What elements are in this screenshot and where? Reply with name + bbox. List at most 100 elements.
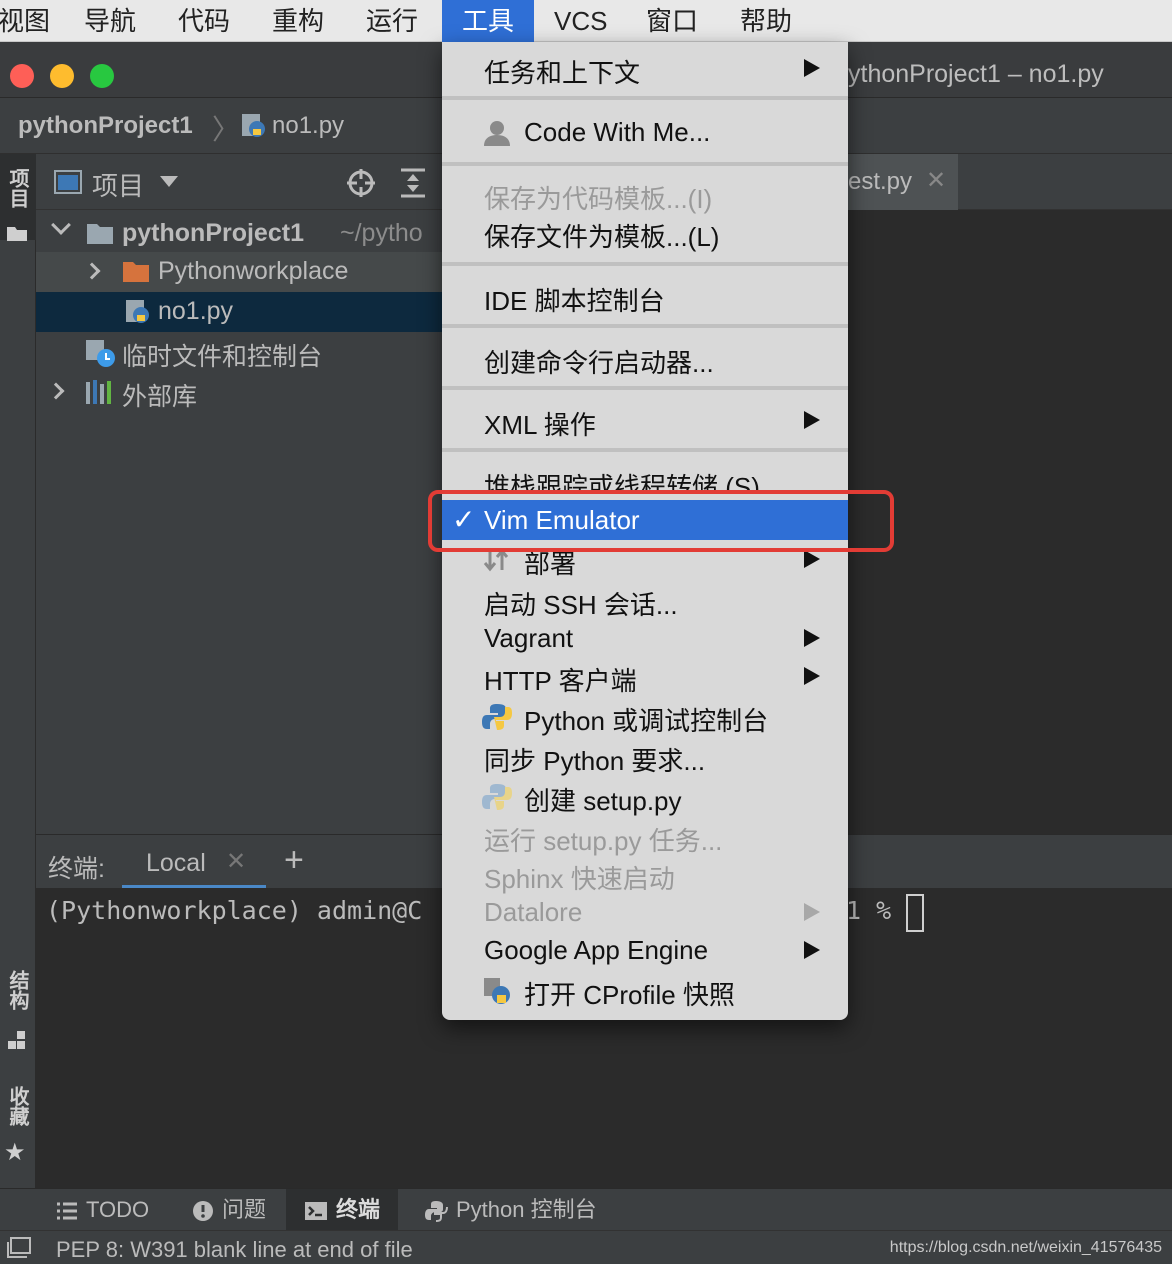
menu-navigate[interactable]: 导航 [84, 0, 136, 42]
chevron-down-icon[interactable] [160, 176, 178, 187]
tools-dropdown-menu: 任务和上下文 Code With Me... 保存为代码模板...(I) 保存文… [442, 42, 848, 1020]
menu-item-create-setup-py[interactable]: 创建 setup.py [442, 776, 848, 816]
breadcrumb-file[interactable]: no1.py [272, 112, 344, 140]
bottom-tool-bar: TODO 问题 终端 Python 控制台 [0, 1188, 1172, 1231]
menu-item-sync-python-requirements[interactable]: 同步 Python 要求... [442, 736, 848, 776]
python-icon [425, 1201, 448, 1223]
chevron-right-icon[interactable] [83, 262, 101, 280]
menu-separator [442, 386, 848, 390]
python-console-tool-button[interactable]: Python 控制台 [424, 1189, 597, 1231]
folder-icon [7, 227, 27, 241]
tree-item-pythonworkplace[interactable]: Pythonworkplace [36, 252, 442, 292]
menu-item-sphinx-quickstart: Sphinx 快速启动 [442, 854, 848, 894]
menu-item-label: Code With Me... [524, 117, 711, 147]
submenu-arrow-icon [804, 550, 820, 568]
collapse-all-icon[interactable] [400, 168, 426, 198]
terminal-tool-button[interactable]: 终端 [286, 1189, 398, 1231]
menu-refactor[interactable]: 重构 [272, 0, 324, 42]
menu-separator [442, 262, 848, 266]
star-icon: ★ [4, 1139, 26, 1166]
menu-item-label: Sphinx 快速启动 [484, 864, 675, 894]
add-terminal-icon[interactable]: + [284, 841, 304, 880]
close-window-button[interactable] [10, 64, 34, 88]
menu-window[interactable]: 窗口 [646, 0, 698, 42]
project-view-selector[interactable]: 项目 [92, 166, 144, 203]
menu-item-create-command-line-launcher[interactable]: 创建命令行启动器... [442, 338, 848, 378]
menu-item-ide-scripting-console[interactable]: IDE 脚本控制台 [442, 276, 848, 316]
tree-item-label: Pythonworkplace [158, 257, 349, 285]
status-message: PEP 8: W391 blank line at end of file [56, 1237, 413, 1262]
menu-vcs[interactable]: VCS [554, 0, 607, 42]
project-panel-header: 项目 [36, 154, 442, 210]
breadcrumb-separator-icon: 〉 [212, 114, 241, 145]
tree-item-external-libraries[interactable]: 外部库 [36, 372, 442, 412]
tree-item-project-root[interactable]: pythonProject1 ~/pytho [36, 214, 442, 254]
watermark-url: https://blog.csdn.net/weixin_41576435 [889, 1239, 1162, 1256]
tree-item-no1-py[interactable]: no1.py [36, 292, 442, 332]
menu-tools[interactable]: 工具 [442, 0, 535, 42]
tree-item-scratches[interactable]: 临时文件和控制台 [36, 332, 442, 372]
window-title: ythonProject1 – no1.py [848, 60, 1104, 88]
menu-view[interactable]: 视图 [0, 0, 50, 42]
chevron-right-icon[interactable] [47, 382, 65, 400]
menu-item-tasks-contexts[interactable]: 任务和上下文 [442, 48, 848, 88]
menu-separator [442, 96, 848, 100]
todo-tool-button[interactable]: TODO [56, 1189, 149, 1231]
menu-help[interactable]: 帮助 [740, 0, 792, 42]
menu-item-open-cprofile-snapshot[interactable]: 打开 CProfile 快照 [442, 970, 848, 1010]
menu-item-vim-emulator[interactable]: ✓ Vim Emulator [442, 500, 848, 540]
structure-icon [8, 1031, 25, 1049]
menu-item-datalore: Datalore [442, 892, 848, 932]
library-icon [86, 380, 111, 404]
terminal-tab-local[interactable]: Local ✕ [122, 835, 266, 889]
toggle-tool-windows-icon[interactable] [6, 1237, 32, 1259]
menu-item-google-app-engine[interactable]: Google App Engine [442, 930, 848, 970]
zoom-window-button[interactable] [90, 64, 114, 88]
python-icon [482, 784, 512, 810]
editor-tab-label[interactable]: est.py [848, 168, 912, 196]
menu-item-xml-actions[interactable]: XML 操作 [442, 400, 848, 440]
menu-item-http-client[interactable]: HTTP 客户端 [442, 656, 848, 696]
menu-item-label: 打开 CProfile 快照 [524, 980, 735, 1010]
status-bar: PEP 8: W391 blank line at end of file ht… [0, 1230, 1172, 1264]
menu-item-deployment[interactable]: 部署 [442, 546, 848, 578]
menu-item-code-with-me[interactable]: Code With Me... [442, 112, 848, 152]
terminal-cursor [906, 894, 924, 932]
menu-item-label: Vim Emulator [484, 505, 640, 535]
locate-file-icon[interactable] [346, 168, 376, 198]
chevron-down-icon[interactable] [51, 215, 71, 235]
submenu-arrow-icon [804, 411, 820, 429]
menu-item-save-file-as-template[interactable]: 保存文件为模板...(L) [442, 212, 848, 252]
structure-tool-button[interactable]: 结构 [0, 960, 36, 1056]
project-tool-button[interactable]: 项目 [0, 154, 36, 241]
favorites-tool-button[interactable]: 收藏 ★ [0, 1078, 36, 1178]
person-icon [484, 121, 510, 146]
python-file-icon [126, 300, 149, 323]
menu-item-start-ssh-session[interactable]: 启动 SSH 会话... [442, 580, 848, 620]
submenu-arrow-icon [804, 667, 820, 685]
menu-separator [442, 448, 848, 452]
problems-tool-button[interactable]: 问题 [192, 1189, 266, 1231]
menu-item-vagrant[interactable]: Vagrant [442, 618, 848, 658]
close-icon[interactable]: ✕ [926, 166, 946, 195]
minimize-window-button[interactable] [50, 64, 74, 88]
menu-item-analyze-stack-trace[interactable]: 堆栈跟踪或线程转储 (S)... [442, 462, 848, 494]
menu-run[interactable]: 运行 [366, 0, 418, 42]
todo-label: TODO [86, 1197, 150, 1222]
project-tool-label: 项目 [6, 168, 28, 208]
folder-icon [123, 262, 149, 282]
submenu-arrow-icon [804, 59, 820, 77]
terminal-icon [305, 1202, 327, 1221]
menu-item-python-debug-console[interactable]: Python 或调试控制台 [442, 696, 848, 736]
breadcrumb-project[interactable]: pythonProject1 [18, 112, 193, 140]
scratches-icon [86, 340, 115, 367]
list-icon [57, 1202, 77, 1220]
menu-item-label: IDE 脚本控制台 [484, 286, 665, 316]
menu-code[interactable]: 代码 [178, 0, 230, 42]
submenu-arrow-icon [804, 903, 820, 921]
menu-item-label: 任务和上下文 [484, 58, 641, 88]
close-icon[interactable]: ✕ [226, 847, 246, 876]
deploy-icon [483, 548, 509, 572]
python-icon [482, 704, 512, 730]
terminal-prompt: (Pythonworkplace) admin@C [46, 896, 423, 925]
